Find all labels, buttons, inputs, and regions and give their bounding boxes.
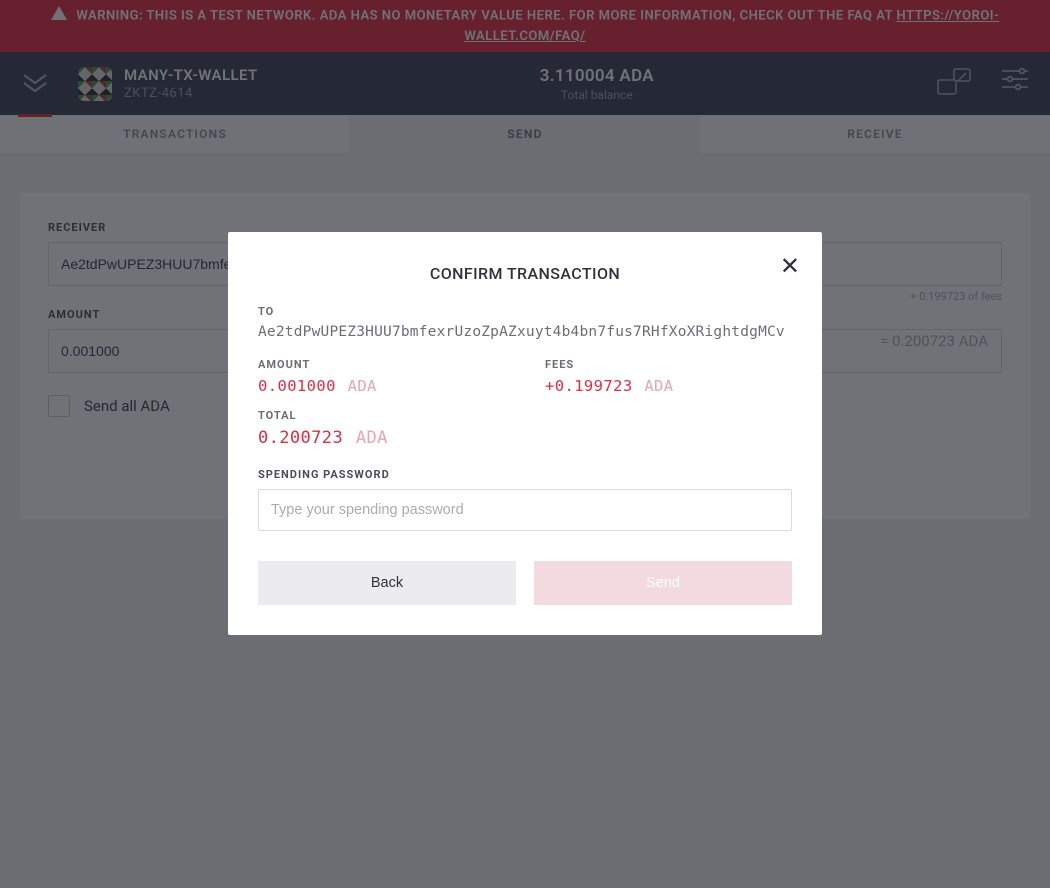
modal-amount-label: AMOUNT	[258, 358, 505, 371]
modal-to-address: Ae2tdPwUPEZ3HUU7bmfexrUzoZpAZxuyt4b4bn7f…	[258, 324, 792, 340]
close-icon[interactable]: ✕	[780, 254, 800, 278]
modal-title: CONFIRM TRANSACTION	[258, 264, 792, 283]
modal-total-unit: ADA	[356, 428, 388, 448]
modal-to-label: TO	[258, 305, 792, 318]
modal-total-num: 0.200723	[258, 428, 343, 448]
modal-overlay[interactable]: CONFIRM TRANSACTION ✕ TO Ae2tdPwUPEZ3HUU…	[0, 0, 1050, 888]
spending-password-input[interactable]	[258, 489, 792, 531]
send-button[interactable]: Send	[534, 561, 792, 605]
modal-amount-value: 0.001000 ADA	[258, 377, 505, 395]
back-button[interactable]: Back	[258, 561, 516, 605]
modal-amount-unit: ADA	[348, 377, 377, 395]
spending-password-label: SPENDING PASSWORD	[258, 468, 792, 481]
modal-fees-num: +0.199723	[545, 377, 633, 395]
modal-total-label: TOTAL	[258, 409, 792, 422]
modal-fees-value: +0.199723 ADA	[545, 377, 792, 395]
modal-total-value: 0.200723 ADA	[258, 428, 792, 448]
confirm-transaction-modal: CONFIRM TRANSACTION ✕ TO Ae2tdPwUPEZ3HUU…	[228, 232, 822, 635]
modal-fees-unit: ADA	[644, 377, 673, 395]
modal-fees-label: FEES	[545, 358, 792, 371]
modal-amount-num: 0.001000	[258, 377, 336, 395]
